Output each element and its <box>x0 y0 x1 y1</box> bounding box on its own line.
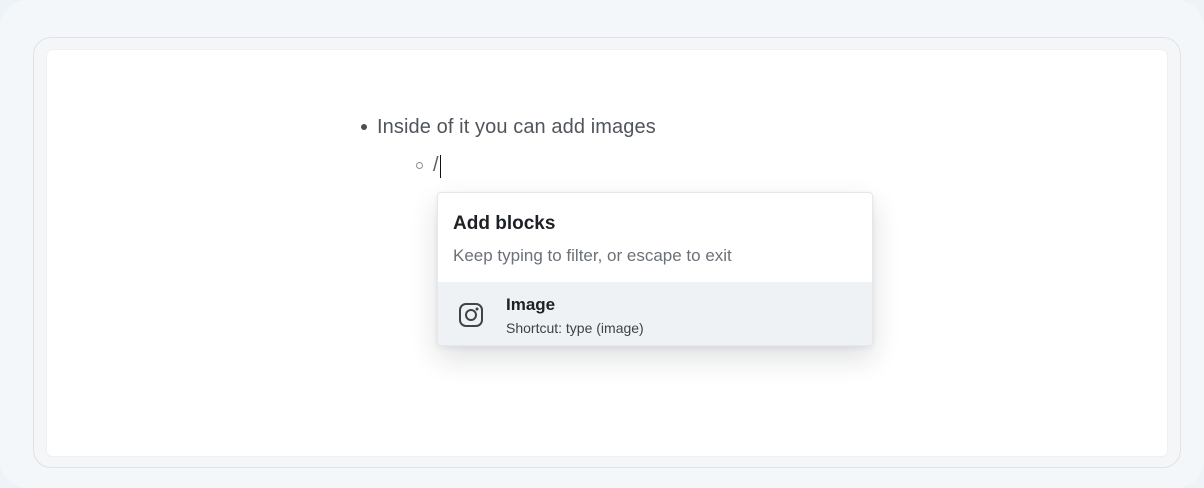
menu-item-label: Image <box>506 295 556 314</box>
instagram-image-icon <box>459 303 483 327</box>
bullet-icon <box>361 124 367 130</box>
nested-list-item[interactable]: / <box>416 151 442 179</box>
menu-title: Add blocks <box>453 213 556 234</box>
slash-command-text: / <box>433 153 439 176</box>
menu-item-shortcut: Shortcut: type (image) <box>506 320 644 336</box>
menu-subtitle: Keep typing to filter, or escape to exit <box>453 246 732 265</box>
list-item[interactable]: Inside of it you can add images <box>361 113 656 141</box>
list-item-text: Inside of it you can add images <box>377 115 656 138</box>
menu-item-image[interactable]: Image Shortcut: type (image) <box>438 282 872 345</box>
hollow-bullet-icon <box>416 161 423 169</box>
add-blocks-menu: Add blocks Keep typing to filter, or esc… <box>437 192 873 346</box>
text-cursor <box>439 154 442 178</box>
